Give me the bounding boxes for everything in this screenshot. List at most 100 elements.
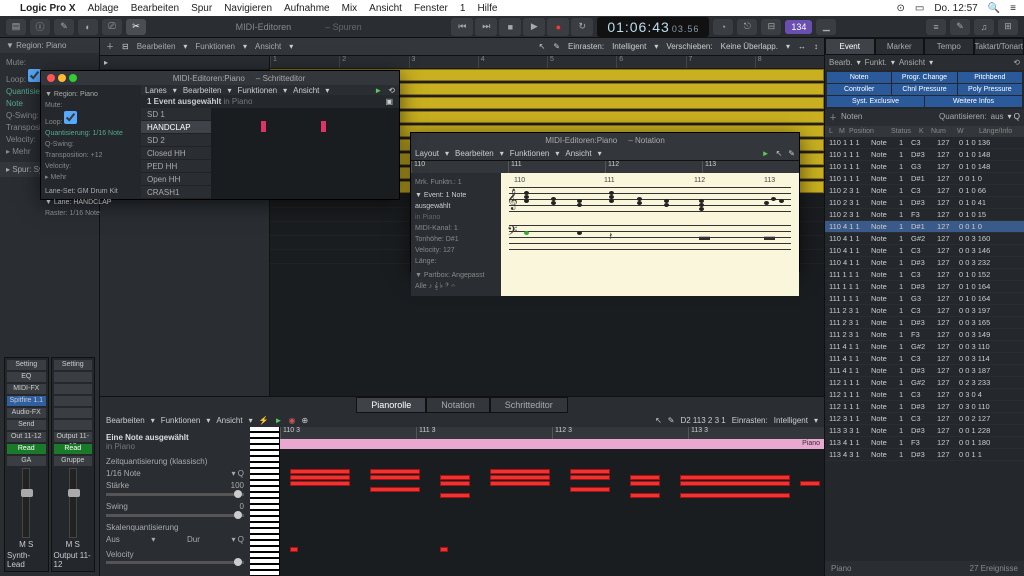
tab-pianoroll[interactable]: Pianorolle	[356, 397, 426, 413]
record-button[interactable]: ●	[547, 18, 569, 36]
pr-snap-value[interactable]: Intelligent	[774, 416, 808, 425]
midi-in-icon[interactable]: ◉	[288, 416, 295, 425]
score-func-menu[interactable]: Funktionen	[510, 149, 550, 158]
tab-notation[interactable]: Notation	[426, 397, 490, 413]
menu-mix[interactable]: Mix	[342, 3, 358, 14]
event-row[interactable]: 110 4 1 1Note1D#11270 0 1 0	[825, 221, 1024, 233]
output-slot[interactable]: Out 11-12	[7, 432, 46, 442]
volume-fader[interactable]	[22, 468, 30, 538]
mixer-button[interactable]: ⎚	[102, 19, 122, 35]
add-track-button[interactable]: ＋	[106, 41, 114, 52]
step-lane[interactable]: SD 2	[141, 134, 211, 147]
event-row[interactable]: 111 2 3 1Note1F31270 0 3 149	[825, 329, 1024, 341]
ev-view-menu[interactable]: Ansicht	[899, 58, 925, 67]
event-row[interactable]: 113 4 3 1Note1D#31270 0 1 1	[825, 449, 1024, 461]
eq-slot[interactable]: EQ	[7, 372, 46, 382]
tab-event[interactable]: Event	[825, 38, 875, 55]
automation-mode[interactable]: Read	[7, 444, 46, 454]
menu-edit[interactable]: Bearbeiten	[131, 3, 179, 14]
pr-note-grid[interactable]: 110 3111 3 112 3113 3 Piano	[280, 427, 824, 576]
tracks-view-menu[interactable]: Ansicht	[255, 42, 281, 51]
score-ruler[interactable]: 110111 112113	[411, 161, 799, 173]
filter-controller[interactable]: Controller	[827, 84, 891, 95]
pr-edit-menu[interactable]: Bearbeiten	[106, 416, 145, 425]
event-row[interactable]: 111 1 1 1Note1G31270 1 0 164	[825, 293, 1024, 305]
step-lane[interactable]: HANDCLAP	[141, 121, 211, 134]
step-lane-list[interactable]: SD 1HANDCLAPSD 2Closed HHPED HHOpen HHCR…	[141, 108, 211, 199]
event-row[interactable]: 110 4 1 1Note1G#21270 0 3 160	[825, 233, 1024, 245]
ev-edit-menu[interactable]: Bearb.	[829, 58, 853, 67]
tuner-button[interactable]: ⎋	[737, 19, 757, 35]
event-row[interactable]: 111 1 1 1Note1D#31270 1 0 164	[825, 281, 1024, 293]
ev-quantize-value[interactable]: aus	[991, 112, 1004, 123]
lcd-display[interactable]: 01:06:43 03.56	[597, 17, 709, 37]
tracks-func-menu[interactable]: Funktionen	[195, 42, 235, 51]
battery-icon[interactable]: ▭	[915, 3, 924, 14]
tracks-edit-menu[interactable]: Bearbeiten	[137, 42, 176, 51]
link-icon[interactable]: ⟲	[1013, 58, 1020, 67]
browser-button[interactable]: ⊞	[998, 19, 1018, 35]
cycle-button[interactable]: ↻	[571, 18, 593, 36]
pencil-tool-icon[interactable]: ✎	[553, 42, 560, 51]
score-catch-icon[interactable]: ►	[762, 149, 770, 158]
score-pencil-icon[interactable]: ✎	[788, 149, 795, 158]
event-row[interactable]: 111 4 1 1Note1C31270 0 3 114	[825, 353, 1024, 365]
event-row[interactable]: 110 1 1 1Note1G31270 1 0 148	[825, 161, 1024, 173]
stop-button[interactable]: ■	[499, 18, 521, 36]
event-row[interactable]: 111 2 3 1Note1C31270 0 3 197	[825, 305, 1024, 317]
midifx-slot[interactable]: MIDI-FX	[7, 384, 46, 394]
wifi-icon[interactable]: ⊙	[896, 3, 904, 14]
step-lane[interactable]: SD 1	[141, 108, 211, 121]
step-region-disclosure[interactable]: ▼ Region: Piano	[45, 89, 137, 100]
menu-help[interactable]: Hilfe	[477, 3, 497, 14]
master-vol-button[interactable]: ▁	[816, 19, 836, 35]
scale-type[interactable]: Dur	[187, 535, 200, 544]
tab-stepeditor[interactable]: Schritteditor	[490, 397, 568, 413]
region-header[interactable]: ▼ Region: Piano	[0, 38, 99, 53]
global-tracks-disclosure[interactable]: ▸	[100, 56, 269, 70]
menu-view[interactable]: Ansicht	[369, 3, 402, 14]
filter-progchange[interactable]: Progr. Change	[892, 72, 956, 83]
step-lane[interactable]: Closed HH	[141, 147, 211, 160]
list-editors-button[interactable]: ≡	[926, 19, 946, 35]
step-grid[interactable]	[211, 108, 399, 199]
filter-polypressure[interactable]: Poly Pressure	[958, 84, 1022, 95]
editors-button[interactable]: ✂	[126, 19, 146, 35]
event-row[interactable]: 110 2 3 1Note1D#31270 1 0 41	[825, 197, 1024, 209]
menu-file[interactable]: Ablage	[88, 3, 119, 14]
clock[interactable]: Do. 12:57	[934, 3, 977, 14]
menu-navigate[interactable]: Navigieren	[224, 3, 272, 14]
snap-value[interactable]: Intelligent	[612, 42, 646, 51]
scale-root[interactable]: Aus	[106, 535, 120, 544]
library-button[interactable]: ▤	[6, 19, 26, 35]
midi-out-icon[interactable]: ⊕	[301, 416, 308, 425]
filter-moreinfo[interactable]: Weitere Infos	[925, 96, 1022, 107]
step-link-icon[interactable]: ⟲	[388, 86, 395, 95]
pr-func-menu[interactable]: Funktionen	[161, 416, 201, 425]
score-sheet[interactable]: 110 111 112 113 𝄞 𝄢	[501, 173, 799, 296]
event-row[interactable]: 110 4 1 1Note1D#31270 0 3 232	[825, 257, 1024, 269]
event-row[interactable]: 110 1 1 1Note1D#11270 0 1 0	[825, 173, 1024, 185]
event-row[interactable]: 112 1 1 1Note1G#21270 2 3 233	[825, 377, 1024, 389]
spotlight-icon[interactable]: 🔍	[988, 3, 1000, 14]
pr-view-menu[interactable]: Ansicht	[216, 416, 242, 425]
step-lane[interactable]: Open HH	[141, 173, 211, 186]
step-func-menu[interactable]: Funktionen	[238, 86, 278, 95]
event-row[interactable]: 112 3 1 1Note1C31270 0 2 127	[825, 413, 1024, 425]
countoff-button[interactable]: ⊟	[761, 19, 781, 35]
event-row[interactable]: 111 1 1 1Note1C31270 1 0 152	[825, 269, 1024, 281]
menu-track[interactable]: Spur	[191, 3, 212, 14]
duplicate-track-button[interactable]: ⊟	[122, 42, 129, 51]
filter-pitchbend[interactable]: Pitchbend	[958, 72, 1022, 83]
event-row[interactable]: 110 1 1 1Note1C31270 1 0 136	[825, 137, 1024, 149]
send-slot[interactable]: Send	[7, 420, 46, 430]
strength-slider[interactable]	[106, 493, 244, 496]
toolbar-button[interactable]: ✎	[54, 19, 74, 35]
menu-window[interactable]: Fenster	[414, 3, 448, 14]
metronome-button[interactable]: ◔	[713, 19, 733, 35]
step-view-menu[interactable]: Ansicht	[293, 86, 319, 95]
loops-button[interactable]: ♫	[974, 19, 994, 35]
swing-slider[interactable]	[106, 514, 244, 517]
velocity-slider[interactable]	[106, 561, 244, 564]
automation-icon[interactable]: ⚡	[259, 416, 269, 425]
